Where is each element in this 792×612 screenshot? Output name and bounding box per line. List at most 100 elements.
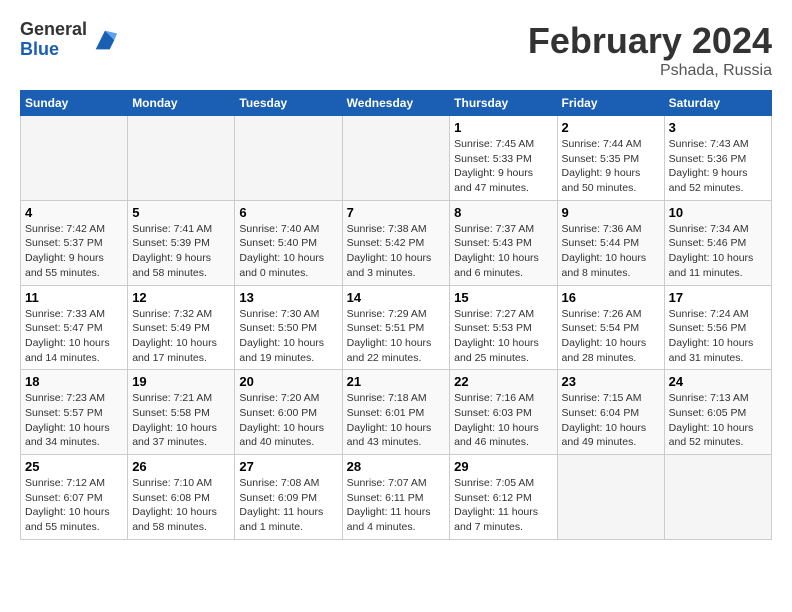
- day-number: 22: [454, 374, 552, 389]
- day-number: 10: [669, 205, 767, 220]
- day-number: 25: [25, 459, 123, 474]
- day-info: Sunrise: 7:44 AM Sunset: 5:35 PM Dayligh…: [562, 137, 660, 196]
- calendar-cell: 3 Sunrise: 7:43 AM Sunset: 5:36 PM Daylig…: [664, 116, 771, 201]
- calendar-cell: 11 Sunrise: 7:33 AM Sunset: 5:47 PM Dayli…: [21, 285, 128, 370]
- calendar-cell: 24Sunrise: 7:13 AM Sunset: 6:05 PM Dayli…: [664, 370, 771, 455]
- calendar-cell: 27 Sunrise: 7:08 AM Sunset: 6:09 PM Dayli…: [235, 455, 342, 540]
- day-info: Sunrise: 7:42 AM Sunset: 5:37 PM Dayligh…: [25, 222, 123, 281]
- calendar-cell: 29 Sunrise: 7:05 AM Sunset: 6:12 PM Dayli…: [450, 455, 557, 540]
- week-row-3: 11 Sunrise: 7:33 AM Sunset: 5:47 PM Dayli…: [21, 285, 772, 370]
- calendar-cell: 17Sunrise: 7:24 AM Sunset: 5:56 PM Dayli…: [664, 285, 771, 370]
- calendar-cell: 4 Sunrise: 7:42 AM Sunset: 5:37 PM Daylig…: [21, 200, 128, 285]
- weekday-header-tuesday: Tuesday: [235, 91, 342, 116]
- calendar-cell: 15Sunrise: 7:27 AM Sunset: 5:53 PM Dayli…: [450, 285, 557, 370]
- day-info: Sunrise: 7:41 AM Sunset: 5:39 PM Dayligh…: [132, 222, 230, 281]
- day-info: Sunrise: 7:27 AM Sunset: 5:53 PM Dayligh…: [454, 307, 552, 366]
- weekday-header-monday: Monday: [128, 91, 235, 116]
- week-row-5: 25 Sunrise: 7:12 AM Sunset: 6:07 PM Dayli…: [21, 455, 772, 540]
- calendar-body: 1 Sunrise: 7:45 AM Sunset: 5:33 PM Daylig…: [21, 116, 772, 540]
- weekday-header-sunday: Sunday: [21, 91, 128, 116]
- calendar-cell: 18Sunrise: 7:23 AM Sunset: 5:57 PM Dayli…: [21, 370, 128, 455]
- day-number: 26: [132, 459, 230, 474]
- day-number: 16: [562, 290, 660, 305]
- day-info: Sunrise: 7:08 AM Sunset: 6:09 PM Dayligh…: [239, 476, 337, 535]
- calendar-cell: 26 Sunrise: 7:10 AM Sunset: 6:08 PM Dayli…: [128, 455, 235, 540]
- day-number: 11: [25, 290, 123, 305]
- calendar-cell: 5 Sunrise: 7:41 AM Sunset: 5:39 PM Daylig…: [128, 200, 235, 285]
- day-info: Sunrise: 7:13 AM Sunset: 6:05 PM Dayligh…: [669, 391, 767, 450]
- day-info: Sunrise: 7:37 AM Sunset: 5:43 PM Dayligh…: [454, 222, 552, 281]
- day-number: 21: [347, 374, 446, 389]
- day-number: 23: [562, 374, 660, 389]
- day-info: Sunrise: 7:05 AM Sunset: 6:12 PM Dayligh…: [454, 476, 552, 535]
- calendar-cell: 20Sunrise: 7:20 AM Sunset: 6:00 PM Dayli…: [235, 370, 342, 455]
- day-number: 7: [347, 205, 446, 220]
- day-number: 8: [454, 205, 552, 220]
- page-header: General Blue February 2024 Pshada, Russi…: [20, 20, 772, 80]
- title-block: February 2024 Pshada, Russia: [528, 20, 772, 80]
- calendar-cell: [557, 455, 664, 540]
- day-number: 4: [25, 205, 123, 220]
- day-info: Sunrise: 7:24 AM Sunset: 5:56 PM Dayligh…: [669, 307, 767, 366]
- day-number: 9: [562, 205, 660, 220]
- day-number: 19: [132, 374, 230, 389]
- logo-general: General: [20, 20, 87, 40]
- day-info: Sunrise: 7:45 AM Sunset: 5:33 PM Dayligh…: [454, 137, 552, 196]
- day-number: 2: [562, 120, 660, 135]
- day-number: 28: [347, 459, 446, 474]
- calendar-cell: 7 Sunrise: 7:38 AM Sunset: 5:42 PM Daylig…: [342, 200, 450, 285]
- day-info: Sunrise: 7:34 AM Sunset: 5:46 PM Dayligh…: [669, 222, 767, 281]
- day-info: Sunrise: 7:36 AM Sunset: 5:44 PM Dayligh…: [562, 222, 660, 281]
- week-row-4: 18Sunrise: 7:23 AM Sunset: 5:57 PM Dayli…: [21, 370, 772, 455]
- calendar-cell: 14Sunrise: 7:29 AM Sunset: 5:51 PM Dayli…: [342, 285, 450, 370]
- day-info: Sunrise: 7:16 AM Sunset: 6:03 PM Dayligh…: [454, 391, 552, 450]
- calendar-cell: 8 Sunrise: 7:37 AM Sunset: 5:43 PM Daylig…: [450, 200, 557, 285]
- calendar-cell: 23 Sunrise: 7:15 AM Sunset: 6:04 PM Dayli…: [557, 370, 664, 455]
- day-number: 29: [454, 459, 552, 474]
- day-info: Sunrise: 7:38 AM Sunset: 5:42 PM Dayligh…: [347, 222, 446, 281]
- day-info: Sunrise: 7:43 AM Sunset: 5:36 PM Dayligh…: [669, 137, 767, 196]
- weekday-header-friday: Friday: [557, 91, 664, 116]
- day-info: Sunrise: 7:21 AM Sunset: 5:58 PM Dayligh…: [132, 391, 230, 450]
- calendar-cell: 19 Sunrise: 7:21 AM Sunset: 5:58 PM Dayli…: [128, 370, 235, 455]
- day-number: 5: [132, 205, 230, 220]
- calendar-cell: [21, 116, 128, 201]
- day-number: 13: [239, 290, 337, 305]
- day-info: Sunrise: 7:33 AM Sunset: 5:47 PM Dayligh…: [25, 307, 123, 366]
- day-info: Sunrise: 7:18 AM Sunset: 6:01 PM Dayligh…: [347, 391, 446, 450]
- calendar-cell: 10 Sunrise: 7:34 AM Sunset: 5:46 PM Dayli…: [664, 200, 771, 285]
- calendar-cell: 22 Sunrise: 7:16 AM Sunset: 6:03 PM Dayli…: [450, 370, 557, 455]
- calendar-cell: 1 Sunrise: 7:45 AM Sunset: 5:33 PM Daylig…: [450, 116, 557, 201]
- weekday-header-saturday: Saturday: [664, 91, 771, 116]
- calendar-cell: 9 Sunrise: 7:36 AM Sunset: 5:44 PM Daylig…: [557, 200, 664, 285]
- calendar-cell: 6Sunrise: 7:40 AM Sunset: 5:40 PM Daylig…: [235, 200, 342, 285]
- calendar-subtitle: Pshada, Russia: [528, 62, 772, 80]
- day-info: Sunrise: 7:20 AM Sunset: 6:00 PM Dayligh…: [239, 391, 337, 450]
- day-number: 6: [239, 205, 337, 220]
- calendar-cell: [128, 116, 235, 201]
- logo-blue: Blue: [20, 40, 87, 60]
- day-number: 3: [669, 120, 767, 135]
- day-info: Sunrise: 7:12 AM Sunset: 6:07 PM Dayligh…: [25, 476, 123, 535]
- logo: General Blue: [20, 20, 119, 60]
- weekday-header-wednesday: Wednesday: [342, 91, 450, 116]
- day-number: 1: [454, 120, 552, 135]
- week-row-2: 4 Sunrise: 7:42 AM Sunset: 5:37 PM Daylig…: [21, 200, 772, 285]
- calendar-title: February 2024: [528, 20, 772, 62]
- day-number: 12: [132, 290, 230, 305]
- calendar-cell: 2 Sunrise: 7:44 AM Sunset: 5:35 PM Daylig…: [557, 116, 664, 201]
- calendar-table: SundayMondayTuesdayWednesdayThursdayFrid…: [20, 90, 772, 540]
- calendar-cell: 25 Sunrise: 7:12 AM Sunset: 6:07 PM Dayli…: [21, 455, 128, 540]
- calendar-cell: 21 Sunrise: 7:18 AM Sunset: 6:01 PM Dayli…: [342, 370, 450, 455]
- calendar-cell: 12 Sunrise: 7:32 AM Sunset: 5:49 PM Dayli…: [128, 285, 235, 370]
- week-row-1: 1 Sunrise: 7:45 AM Sunset: 5:33 PM Daylig…: [21, 116, 772, 201]
- calendar-cell: [235, 116, 342, 201]
- day-number: 14: [347, 290, 446, 305]
- day-info: Sunrise: 7:10 AM Sunset: 6:08 PM Dayligh…: [132, 476, 230, 535]
- day-number: 27: [239, 459, 337, 474]
- day-info: Sunrise: 7:15 AM Sunset: 6:04 PM Dayligh…: [562, 391, 660, 450]
- calendar-cell: [342, 116, 450, 201]
- day-info: Sunrise: 7:32 AM Sunset: 5:49 PM Dayligh…: [132, 307, 230, 366]
- calendar-header-row: SundayMondayTuesdayWednesdayThursdayFrid…: [21, 91, 772, 116]
- calendar-cell: [664, 455, 771, 540]
